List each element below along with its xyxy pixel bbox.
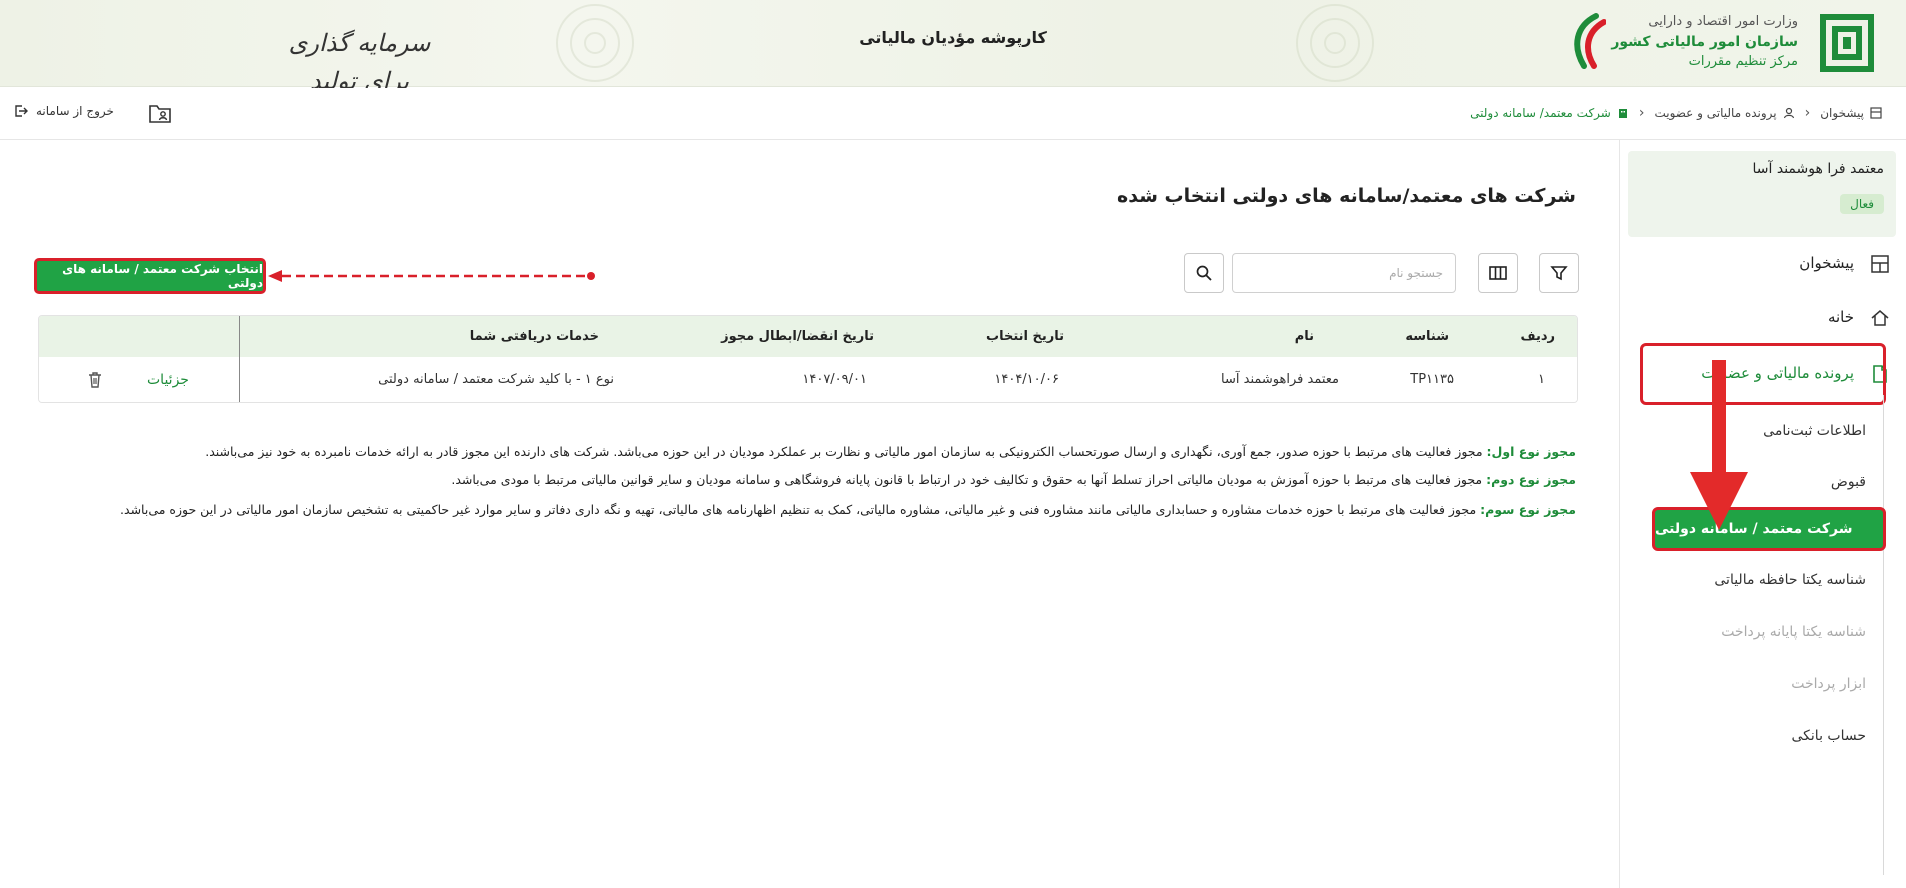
column-header-id: شناسه (1405, 329, 1449, 344)
search-input[interactable] (1232, 253, 1456, 293)
search-button[interactable] (1184, 253, 1224, 293)
cell-expiry: ۱۴۰۷/۰۹/۰۱ (802, 372, 867, 387)
selected-companies-table: ردیف شناسه نام تاریخ انتخاب تاریخ انقضا/… (38, 315, 1578, 403)
table-header: ردیف شناسه نام تاریخ انتخاب تاریخ انقضا/… (39, 316, 1577, 357)
red-annotation-arrow-icon (1690, 360, 1748, 530)
home-icon (1871, 310, 1889, 326)
select-trusted-company-button[interactable]: انتخاب شرکت معتمد / سامانه های دولتی (34, 258, 266, 294)
department-name: مرکز تنظیم مقررات (1688, 54, 1798, 69)
building-icon (1618, 109, 1627, 118)
subnav-item-bills[interactable]: قبوض (1831, 474, 1866, 490)
details-link[interactable]: جزئیات (147, 372, 189, 388)
column-header-expiry: تاریخ انقضا/ابطال مجوز (721, 329, 874, 344)
slogan-text: سرمایه گذاری برای تولید (288, 29, 431, 95)
subnav-item-label: شرکت معتمد / سامانه دولتی (1655, 521, 1853, 537)
column-divider (239, 316, 240, 402)
top-sub-bar: پیشخوان ‹ پرونده مالیاتی و عضویت ‹ شرکت … (0, 88, 1906, 140)
license-text: مجوز فعالیت های مرتبط با حوزه خدمات مشاو… (120, 502, 1477, 517)
license-description-1: مجوز نوع اول: مجوز فعالیت های مرتبط با ح… (96, 442, 1576, 462)
column-header-row: ردیف (1520, 329, 1555, 344)
subnav-item-memory-id[interactable]: شناسه یکتا حافظه مالیاتی (1714, 572, 1866, 588)
subnav-line (1883, 395, 1884, 875)
breadcrumb-item-dashboard[interactable]: پیشخوان (1820, 106, 1864, 120)
cell-id: TP۱۱۳۵ (1410, 372, 1454, 387)
sidebar: معتمد فرا هوشمند آسا فعال پیشخوان خانه پ… (1619, 140, 1906, 888)
status-badge: فعال (1840, 194, 1884, 214)
cell-name: معتمد فراهوشمند آسا (1221, 372, 1339, 387)
column-header-select-date: تاریخ انتخاب (986, 329, 1064, 344)
license-text: مجوز فعالیت های مرتبط با حوزه صدور، جمع … (205, 444, 1483, 459)
dashboard-icon (1871, 255, 1889, 273)
sidebar-item-home[interactable]: خانه (1619, 298, 1906, 338)
sidebar-item-label: پیشخوان (1799, 254, 1854, 272)
logout-button[interactable]: خروج از سامانه (14, 104, 114, 118)
chevron-left-icon: ‹ (1638, 105, 1645, 121)
license-description-2: مجوز نوع دوم: مجوز فعالیت های مرتبط با ح… (96, 470, 1576, 490)
logout-icon (15, 105, 28, 117)
license-label: مجوز نوع اول: (1486, 444, 1576, 459)
license-label: مجوز نوع دوم: (1486, 472, 1576, 487)
license-text: مجوز فعالیت های مرتبط با حوزه آموزش به م… (451, 472, 1483, 487)
slogan-calligraphy: سرمایه گذاری برای تولید (272, 24, 447, 95)
subnav-item-terminal-id: شناسه یکتا پایانه پرداخت (1721, 624, 1866, 640)
breadcrumb-item-tax-file[interactable]: پرونده مالیاتی و عضویت (1654, 106, 1776, 120)
trash-icon[interactable] (87, 371, 103, 389)
folder-user-icon[interactable] (148, 102, 172, 124)
highlight-box (1640, 343, 1886, 405)
sidebar-item-label: خانه (1827, 308, 1854, 326)
dashboard-icon (1870, 107, 1882, 119)
subnav-item-payment-tool: ابزار پرداخت (1791, 676, 1866, 692)
column-header-name: نام (1294, 329, 1314, 344)
filter-icon (1550, 266, 1568, 281)
license-label: مجوز نوع سوم: (1480, 502, 1576, 517)
user-card: معتمد فرا هوشمند آسا فعال (1628, 151, 1896, 237)
license-description-3: مجوز نوع سوم: مجوز فعالیت های مرتبط با ح… (96, 500, 1576, 520)
search-icon (1196, 265, 1212, 281)
breadcrumb: پیشخوان ‹ پرونده مالیاتی و عضویت ‹ شرکت … (1470, 105, 1882, 121)
filter-button[interactable] (1539, 253, 1579, 293)
page-title: شرکت های معتمد/سامانه های دولتی انتخاب ش… (1117, 185, 1576, 207)
user-icon (1783, 107, 1794, 119)
top-header: وزارت امور اقتصاد و دارایی سازمان امور م… (0, 0, 1906, 95)
table-row: ۱ TP۱۱۳۵ معتمد فراهوشمند آسا ۱۴۰۴/۱۰/۰۶ … (39, 357, 1577, 402)
column-header-services: خدمات دریافتی شما (469, 329, 599, 344)
columns-icon (1489, 266, 1507, 280)
sidebar-item-dashboard[interactable]: پیشخوان (1619, 244, 1906, 284)
chevron-left-icon: ‹ (1804, 105, 1811, 121)
columns-button[interactable] (1478, 253, 1518, 293)
subnav-item-bank-account[interactable]: حساب بانکی (1792, 728, 1867, 744)
subnav-item-registration[interactable]: اطلاعات ثبت‌نامی (1763, 423, 1866, 439)
cell-select-date: ۱۴۰۴/۱۰/۰۶ (994, 372, 1059, 387)
user-name: معتمد فرا هوشمند آسا (1752, 161, 1884, 177)
cell-row: ۱ (1538, 372, 1545, 387)
logout-label: خروج از سامانه (36, 104, 114, 118)
cell-service: نوع ۱ - با کلید شرکت معتمد / سامانه دولت… (378, 372, 614, 387)
select-button-label: انتخاب شرکت معتمد / سامانه های دولتی (62, 262, 263, 290)
breadcrumb-item-current: شرکت معتمد/ سامانه دولتی (1470, 106, 1611, 120)
dashed-arrow-icon (268, 270, 595, 282)
